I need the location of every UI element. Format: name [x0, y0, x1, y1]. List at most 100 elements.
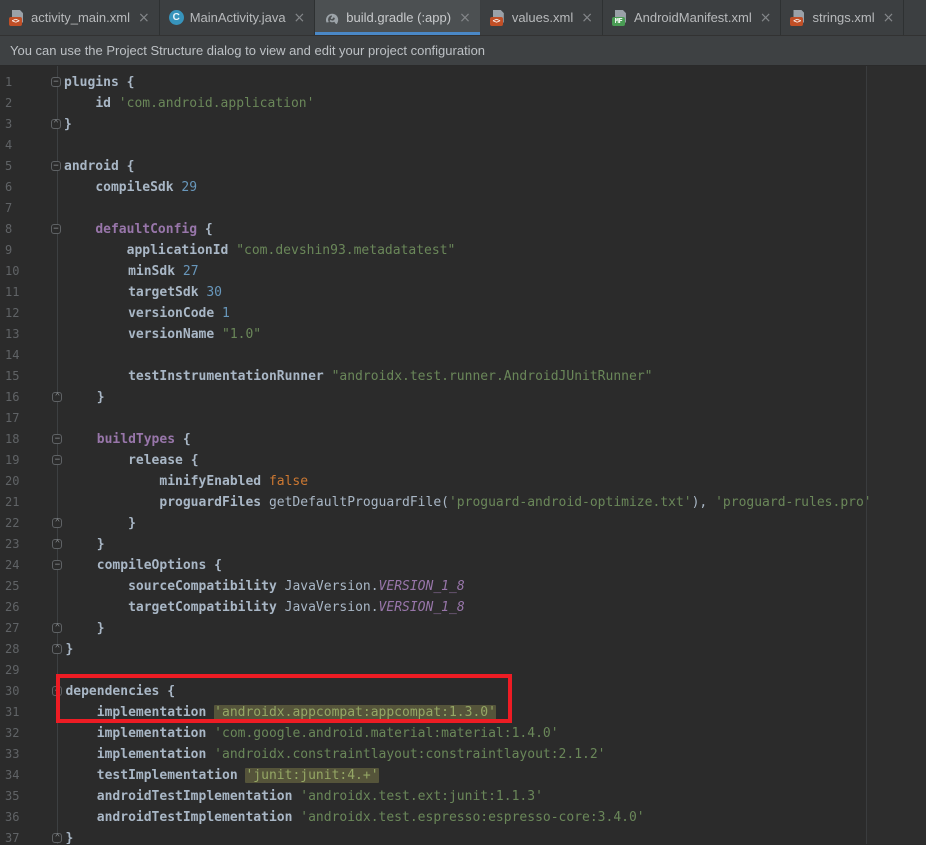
code-line-22[interactable]: 22 ⌃ }: [0, 513, 926, 534]
code-text: minSdk 27: [128, 264, 199, 279]
code-text: }: [65, 642, 74, 657]
close-icon[interactable]: ×: [459, 11, 471, 25]
code-line-28[interactable]: 28 ⌃}: [0, 639, 926, 660]
code-text: versionName "1.0": [128, 327, 262, 342]
close-icon[interactable]: ×: [138, 11, 150, 25]
close-icon[interactable]: ×: [294, 11, 306, 25]
code-line-34[interactable]: 34 testImplementation 'junit:junit:4.+': [0, 765, 926, 786]
line-number: 11: [5, 285, 20, 299]
fold-end-icon[interactable]: ⌃: [52, 623, 63, 633]
close-icon[interactable]: ×: [581, 11, 593, 25]
line-number: 24: [5, 558, 20, 572]
code-line-29[interactable]: 29: [0, 660, 926, 681]
code-line-25[interactable]: 25 sourceCompatibility JavaVersion.VERSI…: [0, 576, 926, 597]
fold-end-icon[interactable]: ⌃: [52, 539, 63, 549]
tab-label: activity_main.xml: [31, 10, 130, 25]
code-line-2[interactable]: 2 id 'com.android.application': [0, 93, 926, 114]
line-number: 13: [5, 327, 20, 341]
fold-column: −: [19, 450, 65, 471]
code-line-4[interactable]: 4: [0, 135, 926, 156]
code-line-9[interactable]: 9 applicationId "com.devshin93.metadatat…: [0, 240, 926, 261]
fold-end-icon[interactable]: ⌃: [52, 644, 63, 654]
code-line-24[interactable]: 24 − compileOptions {: [0, 555, 926, 576]
fold-column: [19, 408, 65, 429]
code-line-19[interactable]: 19 − release {: [0, 450, 926, 471]
fold-collapse-icon[interactable]: −: [52, 455, 63, 465]
code-line-35[interactable]: 35 androidTestImplementation 'androidx.t…: [0, 786, 926, 807]
tab-values-xml[interactable]: <> values.xml ×: [481, 0, 603, 35]
code-text: }: [64, 117, 72, 132]
fold-end-icon[interactable]: ⌃: [52, 392, 63, 402]
code-text: sourceCompatibility JavaVersion.VERSION_…: [128, 579, 465, 594]
code-editor[interactable]: 1− plugins {2 id 'com.android.application…: [0, 66, 926, 844]
code-line-21[interactable]: 21 proguardFiles getDefaultProguardFile(…: [0, 492, 926, 513]
code-line-6[interactable]: 6 compileSdk 29: [0, 177, 926, 198]
java-class-icon: C: [168, 10, 184, 25]
line-number: 19: [5, 453, 20, 467]
code-text: minifyEnabled false: [159, 474, 309, 489]
code-line-16[interactable]: 16 ⌃ }: [0, 387, 926, 408]
fold-collapse-icon[interactable]: −: [52, 434, 63, 444]
line-number: 30: [5, 684, 20, 698]
fold-end-icon[interactable]: ⌃: [51, 119, 61, 129]
code-line-31[interactable]: 31 implementation 'androidx.appcompat:ap…: [0, 702, 926, 723]
code-line-37[interactable]: 37 ⌃}: [0, 828, 926, 844]
code-line-33[interactable]: 33 implementation 'androidx.constraintla…: [0, 744, 926, 765]
fold-end-icon[interactable]: ⌃: [52, 833, 63, 843]
code-line-30[interactable]: 30 − dependencies {: [0, 681, 926, 702]
code-line-13[interactable]: 13 versionName "1.0": [0, 324, 926, 345]
code-line-32[interactable]: 32 implementation 'com.google.android.ma…: [0, 723, 926, 744]
code-line-1[interactable]: 1 − plugins {: [0, 72, 926, 93]
code-text: implementation 'com.google.android.mater…: [96, 726, 559, 741]
fold-column: ⌃: [19, 828, 65, 844]
code-line-20[interactable]: 20 minifyEnabled false: [0, 471, 926, 492]
code-line-3[interactable]: 3 ⌃}: [0, 114, 926, 135]
code-line-7[interactable]: 7: [0, 198, 926, 219]
code-line-14[interactable]: 14: [0, 345, 926, 366]
fold-end-icon[interactable]: ⌃: [52, 518, 63, 528]
line-number: 4: [5, 138, 13, 152]
code-line-11[interactable]: 11 targetSdk 30: [0, 282, 926, 303]
code-line-12[interactable]: 12 versionCode 1: [0, 303, 926, 324]
close-icon[interactable]: ×: [760, 11, 772, 25]
line-number: 9: [5, 243, 13, 257]
fold-column: −: [18, 156, 64, 177]
fold-column: [19, 744, 65, 765]
code-text: implementation 'androidx.constraintlayou…: [96, 747, 606, 762]
code-line-18[interactable]: 18 − buildTypes {: [0, 429, 926, 450]
tab-androidmanifest-xml[interactable]: MF AndroidManifest.xml ×: [603, 0, 782, 35]
line-number: 17: [5, 411, 20, 425]
tab-mainactivity-java[interactable]: C MainActivity.java ×: [160, 0, 316, 35]
fold-column: −: [18, 219, 64, 240]
line-number: 31: [5, 705, 20, 719]
fold-collapse-icon[interactable]: −: [52, 560, 63, 570]
fold-collapse-icon[interactable]: −: [51, 77, 61, 87]
code-line-27[interactable]: 27 ⌃ }: [0, 618, 926, 639]
code-line-26[interactable]: 26 targetCompatibility JavaVersion.VERSI…: [0, 597, 926, 618]
fold-collapse-icon[interactable]: −: [51, 161, 61, 171]
code-line-10[interactable]: 10 minSdk 27: [0, 261, 926, 282]
fold-collapse-icon[interactable]: −: [52, 686, 63, 696]
fold-column: ⌃: [19, 618, 65, 639]
code-line-8[interactable]: 8 − defaultConfig {: [0, 219, 926, 240]
fold-collapse-icon[interactable]: −: [51, 224, 61, 234]
tab-activity-main-xml[interactable]: <> activity_main.xml ×: [0, 0, 160, 35]
code-text: dependencies {: [65, 684, 176, 699]
close-icon[interactable]: ×: [883, 11, 895, 25]
code-line-23[interactable]: 23 ⌃ }: [0, 534, 926, 555]
tab-build-gradle-app-[interactable]: build.gradle (:app) ×: [315, 0, 481, 35]
tab-strings-xml[interactable]: <> strings.xml ×: [781, 0, 905, 35]
line-number: 20: [5, 474, 20, 488]
code-text: androidTestImplementation 'androidx.test…: [96, 789, 543, 804]
code-line-17[interactable]: 17: [0, 408, 926, 429]
line-number: 1: [5, 75, 13, 89]
code-line-36[interactable]: 36 androidTestImplementation 'androidx.t…: [0, 807, 926, 828]
fold-column: [19, 723, 65, 744]
code-text: androidTestImplementation 'androidx.test…: [96, 810, 645, 825]
code-line-15[interactable]: 15 testInstrumentationRunner "androidx.t…: [0, 366, 926, 387]
fold-column: [19, 324, 65, 345]
line-number: 14: [5, 348, 20, 362]
code-line-5[interactable]: 5 − android {: [0, 156, 926, 177]
line-number: 23: [5, 537, 20, 551]
xml-file-icon: <>: [489, 9, 506, 26]
